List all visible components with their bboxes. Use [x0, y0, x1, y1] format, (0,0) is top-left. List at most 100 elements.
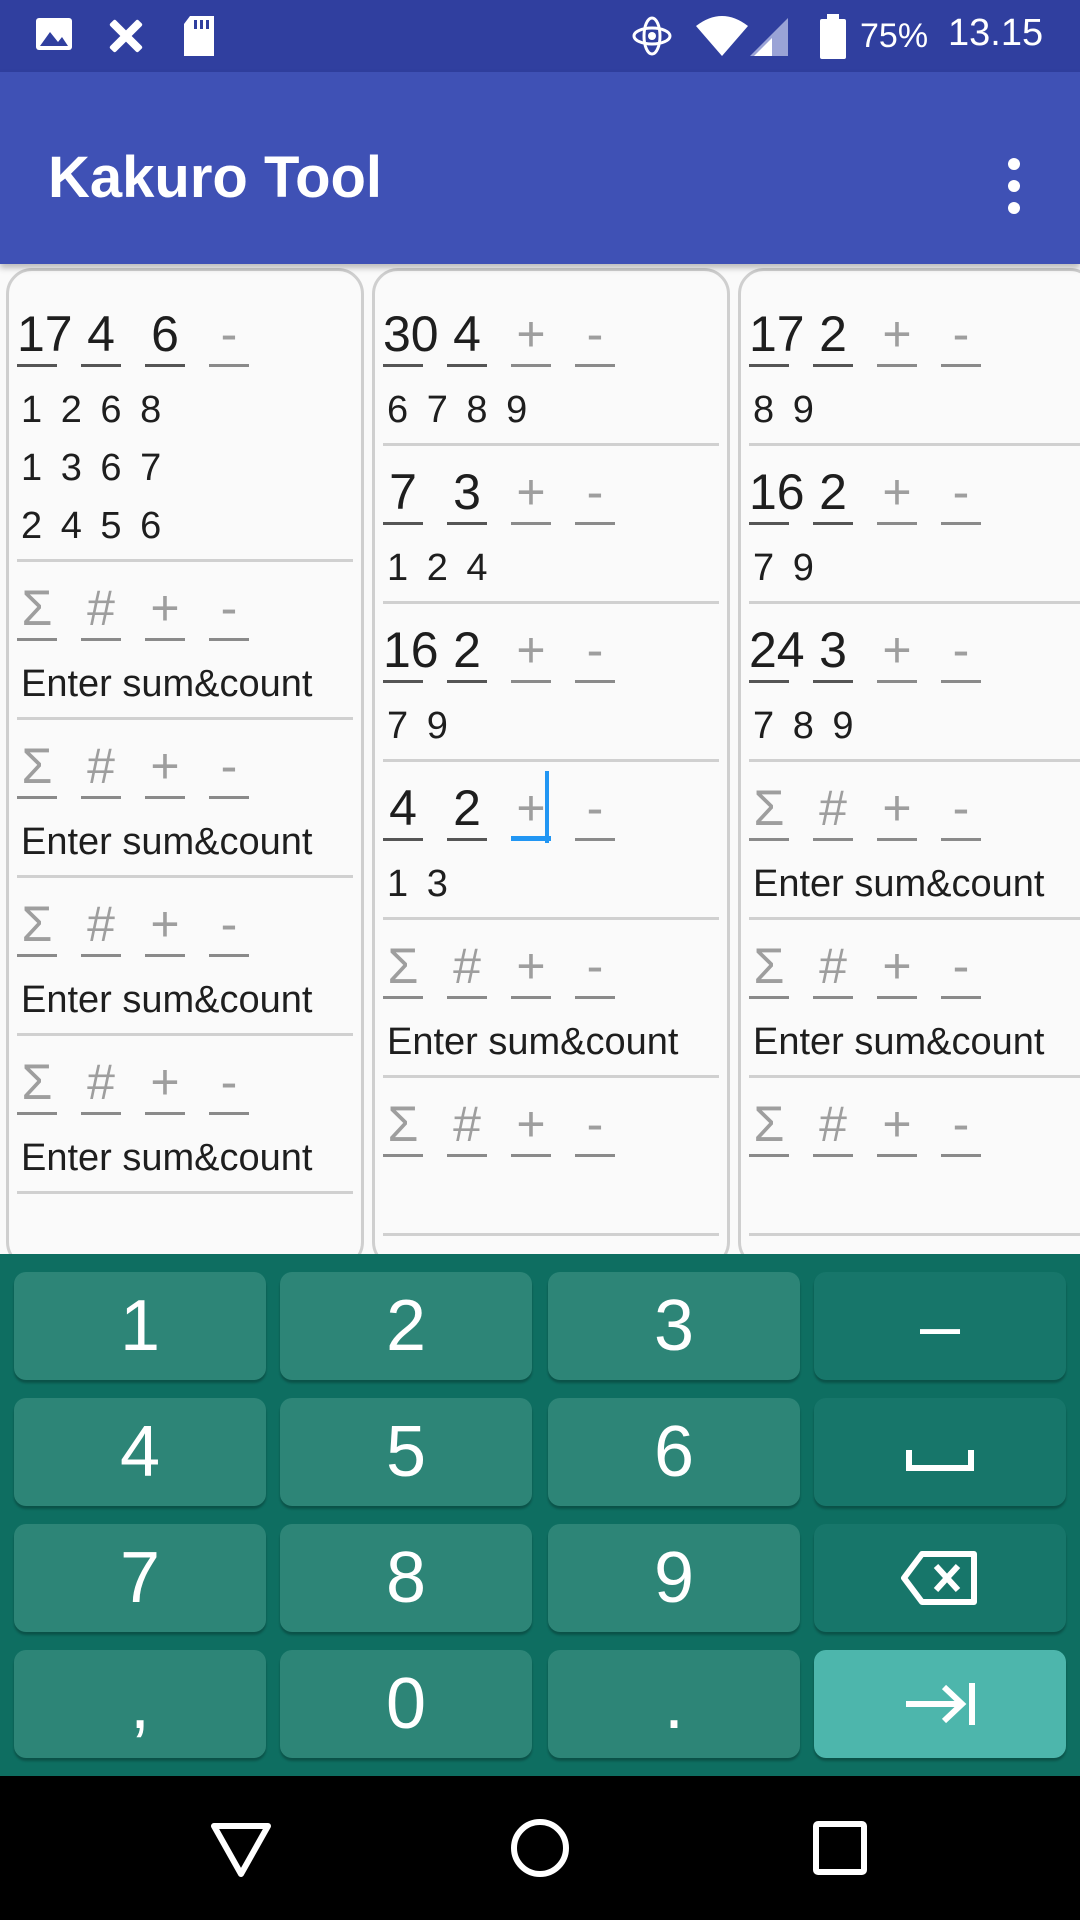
- sum-field[interactable]: 16: [749, 463, 805, 525]
- include-field[interactable]: +: [877, 463, 917, 525]
- exclude-field[interactable]: -: [209, 579, 249, 641]
- battery-percent: 75%: [860, 17, 929, 55]
- divider: [17, 1033, 353, 1036]
- exclude-field[interactable]: -: [575, 463, 615, 525]
- count-field[interactable]: 4: [81, 305, 121, 367]
- include-field[interactable]: +: [877, 305, 917, 367]
- exclude-field[interactable]: -: [575, 621, 615, 683]
- clue-column: 30 4 + -6 7 8 9 7 3 + -1 2 4 16 2 + -7 9 4 2 + -1 3 Σ # + -…: [372, 268, 730, 1254]
- count-field[interactable]: 4: [447, 305, 487, 367]
- include-field[interactable]: +: [877, 621, 917, 683]
- nav-bar: [0, 1776, 1080, 1920]
- exclude-field[interactable]: -: [941, 463, 981, 525]
- key-4[interactable]: 4: [14, 1398, 266, 1506]
- exclude-field[interactable]: -: [209, 737, 249, 799]
- sum-field[interactable]: 7: [383, 463, 423, 525]
- key-minus[interactable]: –: [814, 1272, 1066, 1380]
- key-6[interactable]: 6: [548, 1398, 800, 1506]
- exclude-field[interactable]: -: [941, 1095, 981, 1157]
- count-field[interactable]: #: [447, 937, 487, 999]
- count-field[interactable]: 3: [813, 621, 853, 683]
- exclude-field[interactable]: -: [209, 1053, 249, 1115]
- wifi-icon: [696, 16, 748, 56]
- count-field[interactable]: 3: [447, 463, 487, 525]
- key-space[interactable]: [814, 1398, 1066, 1506]
- sum-field[interactable]: Σ: [17, 737, 57, 799]
- sum-field[interactable]: Σ: [749, 779, 789, 841]
- exclude-field[interactable]: -: [575, 779, 615, 841]
- divider: [383, 1075, 719, 1078]
- count-field[interactable]: #: [81, 895, 121, 957]
- key-2[interactable]: 2: [280, 1272, 532, 1380]
- include-field[interactable]: +: [877, 779, 917, 841]
- sum-field[interactable]: 16: [383, 621, 439, 683]
- sum-field[interactable]: 24: [749, 621, 805, 683]
- count-field[interactable]: #: [447, 1095, 487, 1157]
- sum-field[interactable]: 30: [383, 305, 439, 367]
- exclude-field[interactable]: -: [575, 1095, 615, 1157]
- count-field[interactable]: 2: [447, 779, 487, 841]
- divider: [383, 443, 719, 446]
- sum-field[interactable]: Σ: [749, 937, 789, 999]
- exclude-field[interactable]: -: [209, 305, 249, 367]
- count-field[interactable]: 2: [447, 621, 487, 683]
- count-field[interactable]: #: [81, 1053, 121, 1115]
- back-icon[interactable]: [208, 1812, 274, 1884]
- key-period[interactable]: .: [548, 1650, 800, 1758]
- count-field[interactable]: #: [813, 937, 853, 999]
- count-field[interactable]: #: [813, 1095, 853, 1157]
- key-label: 1: [119, 1286, 161, 1366]
- exclude-field[interactable]: -: [941, 305, 981, 367]
- key-3[interactable]: 3: [548, 1272, 800, 1380]
- sum-field[interactable]: Σ: [383, 1095, 423, 1157]
- hint-message: Enter sum&count: [753, 863, 1045, 905]
- key-9[interactable]: 9: [548, 1524, 800, 1632]
- include-field[interactable]: +: [511, 305, 551, 367]
- divider: [749, 1075, 1080, 1078]
- key-next[interactable]: [814, 1650, 1066, 1758]
- key-0[interactable]: 0: [280, 1650, 532, 1758]
- count-field[interactable]: 2: [813, 463, 853, 525]
- sum-field[interactable]: Σ: [749, 1095, 789, 1157]
- sum-field[interactable]: Σ: [17, 1053, 57, 1115]
- exclude-field[interactable]: -: [941, 621, 981, 683]
- sum-field[interactable]: Σ: [17, 579, 57, 641]
- exclude-field[interactable]: -: [575, 937, 615, 999]
- count-field[interactable]: #: [813, 779, 853, 841]
- exclude-field[interactable]: -: [209, 895, 249, 957]
- exclude-field[interactable]: -: [575, 305, 615, 367]
- combinations-list: 8 9: [753, 389, 818, 431]
- include-field[interactable]: +: [145, 737, 185, 799]
- include-field[interactable]: +: [145, 895, 185, 957]
- count-field[interactable]: #: [81, 579, 121, 641]
- more-vert-icon[interactable]: [996, 156, 1032, 216]
- key-5[interactable]: 5: [280, 1398, 532, 1506]
- include-field[interactable]: +: [145, 1053, 185, 1115]
- count-field[interactable]: #: [81, 737, 121, 799]
- key-1[interactable]: 1: [14, 1272, 266, 1380]
- sum-field[interactable]: 17: [17, 305, 73, 367]
- include-field[interactable]: +: [877, 937, 917, 999]
- include-field[interactable]: +: [877, 1095, 917, 1157]
- home-icon[interactable]: [508, 1812, 572, 1884]
- exclude-field[interactable]: -: [941, 937, 981, 999]
- sd-card-icon: [184, 16, 214, 56]
- include-field[interactable]: +: [511, 1095, 551, 1157]
- count-field[interactable]: 2: [813, 305, 853, 367]
- key-8[interactable]: 8: [280, 1524, 532, 1632]
- recents-icon[interactable]: [808, 1812, 872, 1884]
- include-field[interactable]: +: [511, 937, 551, 999]
- app-title: Kakuro Tool: [48, 145, 383, 210]
- sum-field[interactable]: 17: [749, 305, 805, 367]
- sum-field[interactable]: Σ: [17, 895, 57, 957]
- include-field[interactable]: +: [511, 621, 551, 683]
- exclude-field[interactable]: -: [941, 779, 981, 841]
- key-comma[interactable]: ,: [14, 1650, 266, 1758]
- include-field[interactable]: +: [511, 463, 551, 525]
- key-7[interactable]: 7: [14, 1524, 266, 1632]
- include-field[interactable]: 6: [145, 305, 185, 367]
- key-backspace[interactable]: [814, 1524, 1066, 1632]
- include-field[interactable]: +: [145, 579, 185, 641]
- sum-field[interactable]: 4: [383, 779, 423, 841]
- sum-field[interactable]: Σ: [383, 937, 423, 999]
